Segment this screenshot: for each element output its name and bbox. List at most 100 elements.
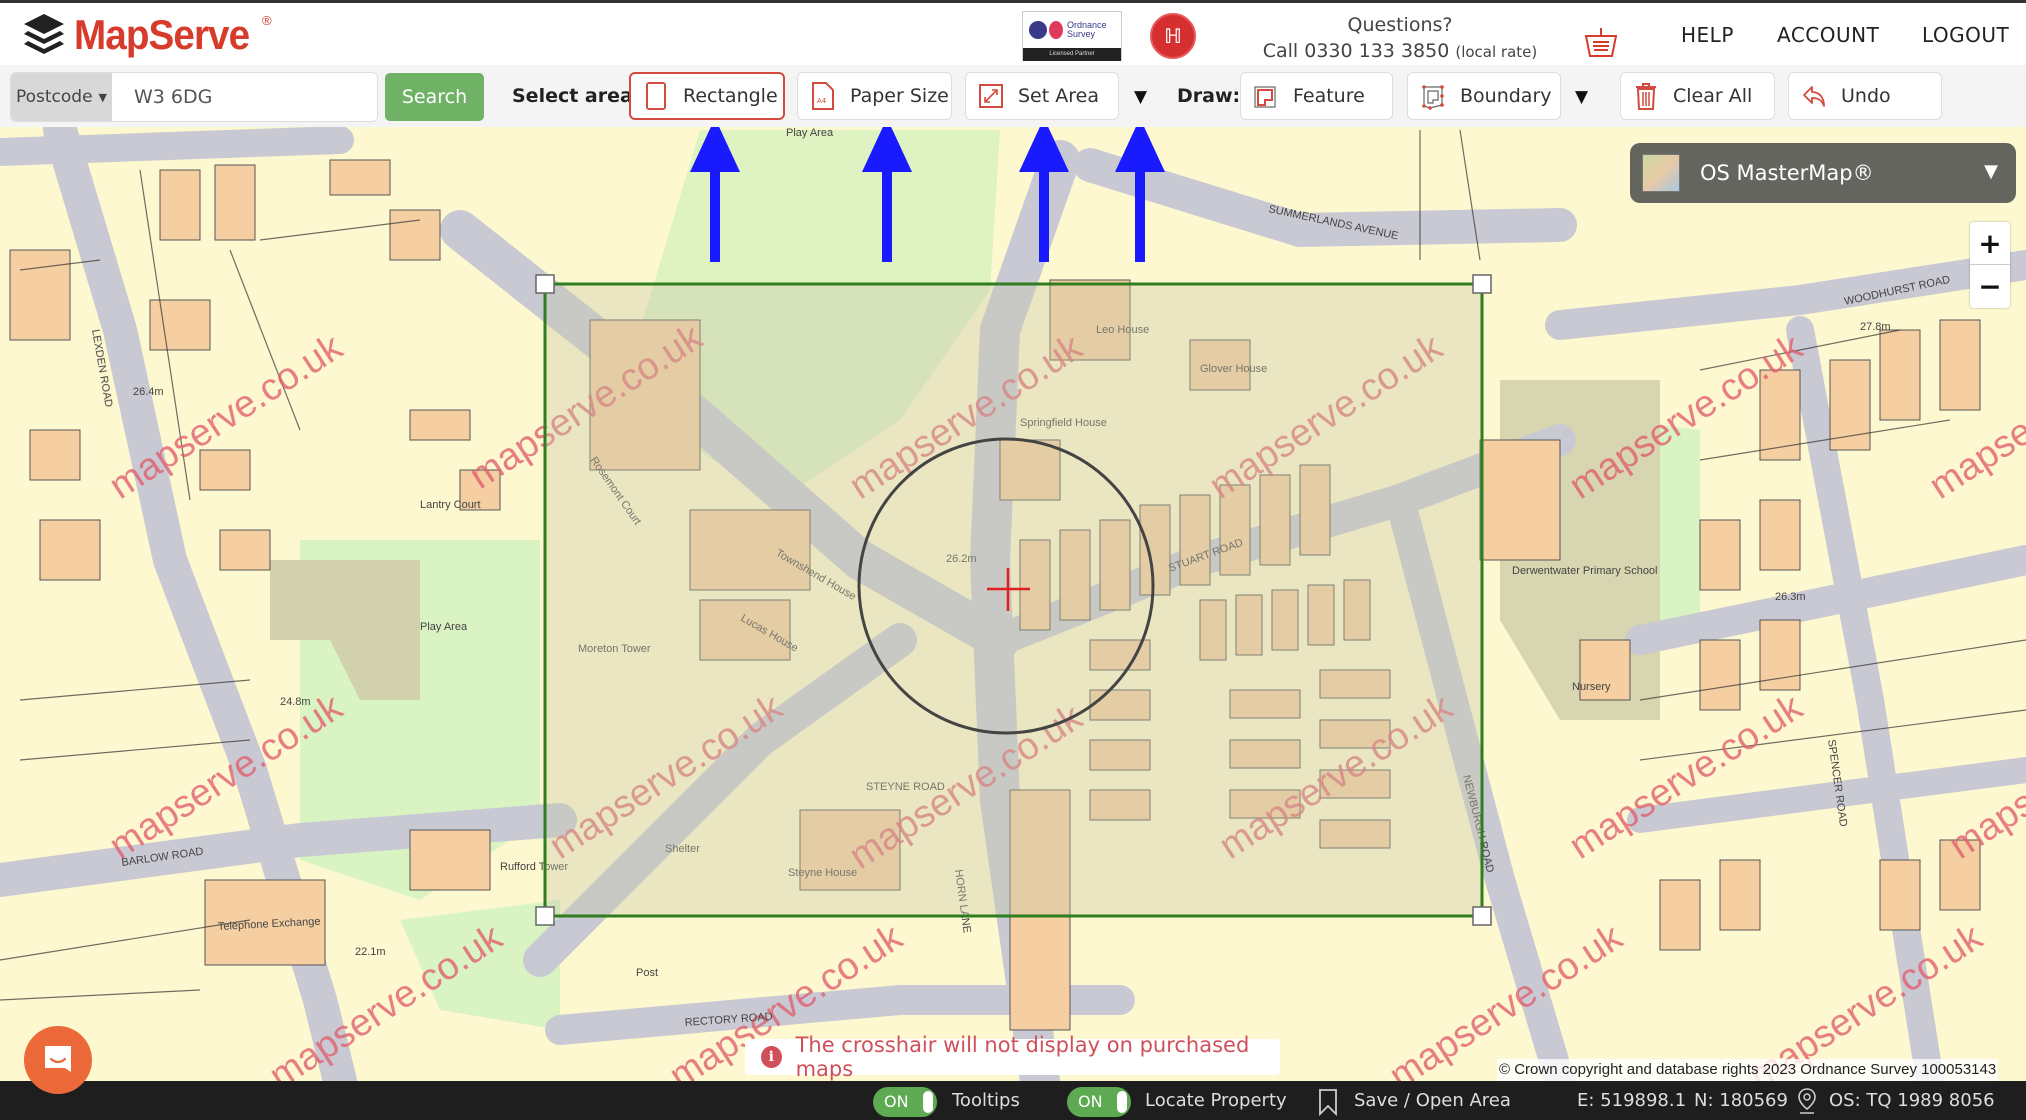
feature-icon xyxy=(1254,86,1276,108)
postcode-input[interactable] xyxy=(112,73,377,121)
feature-label: Feature xyxy=(1293,85,1365,107)
rectangle-button[interactable]: Rectangle xyxy=(629,72,785,120)
map-label: Derwentwater Primary School xyxy=(1512,565,1658,577)
building xyxy=(329,159,391,196)
mapserve-logo[interactable]: MapServe ® xyxy=(22,11,272,59)
map-label: 26.3m xyxy=(1775,591,1806,603)
set-area-label: Set Area xyxy=(1018,85,1099,107)
map-label: 26.4m xyxy=(133,386,164,398)
paper-size-button[interactable]: A4 Paper Size xyxy=(797,72,952,120)
map-label: Lantry Court xyxy=(420,499,481,511)
road-gardens xyxy=(0,127,354,166)
map-label: Play Area xyxy=(420,621,468,633)
draw-label: Draw: xyxy=(1177,85,1241,107)
building xyxy=(1939,319,1981,411)
search-group: Postcode ▼ xyxy=(10,72,378,122)
nav-help[interactable]: HELP xyxy=(1681,23,1734,47)
building xyxy=(9,249,71,341)
building xyxy=(1659,879,1701,951)
os-mastermap-tiles: mapserve.co.uk mapserve.co.uk mapserve.c… xyxy=(0,127,2026,1081)
building xyxy=(1759,619,1801,691)
building xyxy=(1759,499,1801,571)
map-canvas[interactable]: mapserve.co.uk mapserve.co.uk mapserve.c… xyxy=(0,127,2026,1081)
set-area-button[interactable]: Set Area xyxy=(965,72,1119,120)
set-area-dropdown-icon[interactable]: ▼ xyxy=(1134,87,1147,107)
nav-account[interactable]: ACCOUNT xyxy=(1777,23,1879,47)
copyright-notice: © Crown copyright and database rights 20… xyxy=(1497,1059,1999,1081)
zoom-control: + − xyxy=(1970,222,2010,308)
zoom-in-button[interactable]: + xyxy=(1970,222,2010,265)
save-open-area-link[interactable]: Save / Open Area xyxy=(1354,1090,1511,1111)
svg-text:A4: A4 xyxy=(817,97,827,105)
boundary-dropdown-icon[interactable]: ▼ xyxy=(1575,87,1588,107)
building xyxy=(1699,639,1741,711)
clear-all-button[interactable]: Clear All xyxy=(1620,72,1775,120)
os-licensed-partner-badge: Ordnance Survey Licensed Partner xyxy=(1022,11,1122,61)
tooltips-toggle[interactable]: ON xyxy=(873,1087,937,1117)
building xyxy=(1719,859,1761,931)
search-type-dropdown[interactable]: Postcode ▼ xyxy=(11,73,112,121)
locate-property-label: Locate Property xyxy=(1145,1090,1287,1111)
zoom-out-button[interactable]: − xyxy=(1970,265,2010,308)
registered-mark: ® xyxy=(262,13,272,28)
nav-logout[interactable]: LOGOUT xyxy=(1922,23,2009,47)
layer-name: OS MasterMap® xyxy=(1700,161,1874,185)
layers-icon xyxy=(24,14,64,54)
boundary-label: Boundary xyxy=(1460,85,1552,107)
brand-name: MapServe xyxy=(74,11,250,58)
map-label: Play Area xyxy=(786,127,834,139)
select-area-label: Select area: xyxy=(512,85,641,107)
feature-button[interactable]: Feature xyxy=(1240,72,1393,120)
northing-readout: N: 180569 xyxy=(1694,1090,1788,1111)
map-label: Nursery xyxy=(1572,681,1611,693)
building xyxy=(199,449,251,491)
building xyxy=(1699,519,1741,591)
land-registry-seal-icon: ℍ xyxy=(1150,13,1196,59)
tooltips-label: Tooltips xyxy=(952,1090,1020,1111)
undo-button[interactable]: Undo xyxy=(1788,72,1942,120)
resize-handle-nw xyxy=(535,274,555,294)
building xyxy=(214,164,256,241)
bookmark-icon[interactable] xyxy=(1318,1088,1338,1116)
info-icon: i xyxy=(761,1046,782,1068)
map-label: 24.8m xyxy=(280,696,311,708)
building xyxy=(389,209,441,261)
building xyxy=(409,829,491,891)
building xyxy=(149,299,211,351)
resize-icon xyxy=(979,84,1003,108)
a4-paper-icon: A4 xyxy=(812,82,834,110)
status-bar: ON Tooltips ON Locate Property Save / Op… xyxy=(0,1081,2026,1120)
building xyxy=(159,169,201,241)
paper-size-label: Paper Size xyxy=(850,85,949,107)
map-layer-selector[interactable]: OS MasterMap® ▼ xyxy=(1630,143,2016,203)
contact-info: Questions? Call 0330 133 3850 (local rat… xyxy=(1235,13,1565,66)
resize-handle-sw xyxy=(535,906,555,926)
rectangle-icon xyxy=(646,82,666,110)
site-header: MapServe ® Ordnance Survey Licensed Partn… xyxy=(0,3,2026,65)
os-badge-caption: Licensed Partner xyxy=(1023,48,1121,61)
easting-readout: E: 519898.1 xyxy=(1577,1090,1687,1111)
layer-thumbnail xyxy=(1642,154,1680,192)
locate-property-toggle[interactable]: ON xyxy=(1067,1087,1131,1117)
trash-icon xyxy=(1636,83,1656,110)
building xyxy=(409,409,471,441)
map-pin-icon xyxy=(1798,1088,1816,1114)
rectangle-label: Rectangle xyxy=(683,85,778,107)
phone-number: Call 0330 133 3850 xyxy=(1262,40,1450,62)
chat-button[interactable] xyxy=(24,1026,92,1094)
building xyxy=(1479,439,1561,561)
undo-icon xyxy=(1803,86,1825,107)
boundary-button[interactable]: Boundary xyxy=(1407,72,1561,120)
dropdown-triangle-icon: ▼ xyxy=(1984,161,1998,182)
clear-all-label: Clear All xyxy=(1673,85,1753,107)
building xyxy=(29,429,81,481)
basket-icon[interactable] xyxy=(1583,25,1619,61)
selection-rectangle xyxy=(543,282,1484,918)
search-type-label: Postcode xyxy=(15,87,93,107)
notice-text: The crosshair will not display on purcha… xyxy=(795,1033,1250,1081)
map-label: 27.8m xyxy=(1860,321,1891,333)
os-s-icon xyxy=(1049,21,1063,39)
resize-handle-ne xyxy=(1472,274,1492,294)
os-grid-reference: OS: TQ 1989 8056 xyxy=(1829,1090,1995,1111)
search-button[interactable]: Search xyxy=(385,73,484,121)
